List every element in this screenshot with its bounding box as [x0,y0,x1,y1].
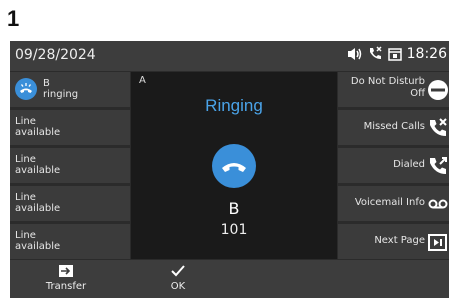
checkmark-icon [138,263,218,279]
line-label: Line [15,116,36,127]
missed-calls-button[interactable]: Missed Calls [338,110,449,145]
call-panel: A Ringing B 101 [131,72,337,259]
missed-call-icon [430,118,447,136]
ok-button[interactable]: OK [138,263,218,292]
line-label: B [43,78,50,89]
softkey-label: Do Not Disturb Off [350,76,425,99]
transfer-icon [26,263,106,279]
ok-label: OK [170,281,186,292]
line-key-2[interactable]: Line available [10,110,130,145]
voicemail-icon [428,199,448,209]
transfer-label: Transfer [45,281,87,292]
ringing-phone-icon [15,78,37,100]
bottom-softkey-bar: Transfer OK [10,260,449,298]
status-icons: 18:26 [347,46,447,62]
dialed-call-icon [430,157,447,174]
incoming-call-icon [212,144,256,188]
transfer-button[interactable]: Transfer [26,263,106,292]
softkey-label: Next Page [374,235,425,246]
line-key-5[interactable]: Line available [10,224,130,259]
line-key-4[interactable]: Line available [10,186,130,221]
line-label: Line [15,230,36,241]
next-page-icon [428,234,447,251]
softkey-label: Dialed [393,159,425,170]
line-status: available [15,241,61,252]
calendar-icon [387,48,402,61]
line-list: B ringing Line available Line available … [10,72,130,259]
softkey-list: Do Not Disturb Off Missed Calls Dialed Vo… [338,72,449,259]
line-status: available [15,203,61,214]
line-key-1[interactable]: B ringing [10,72,130,107]
line-label: Line [15,192,36,203]
status-time: 18:26 [406,46,447,62]
dialed-button[interactable]: Dialed [338,148,449,183]
caller-number: 101 [220,222,248,238]
call-line-tag: A [139,75,146,86]
status-date: 09/28/2024 [15,47,96,63]
caller-name: B [228,199,240,218]
next-page-button[interactable]: Next Page [338,224,449,259]
line-status: available [15,165,61,176]
line-status: ringing [43,89,79,100]
softkey-label: Voicemail Info [354,197,425,208]
line-key-3[interactable]: Line available [10,148,130,183]
line-status: available [15,127,61,138]
missed-call-status-icon [369,46,382,59]
step-number: 1 [7,6,20,31]
do-not-disturb-button[interactable]: Do Not Disturb Off [338,72,449,107]
minus-circle-icon [428,80,448,100]
speaker-icon [347,48,361,60]
status-bar: 09/28/2024 18:26 [10,41,449,71]
line-label: Line [15,154,36,165]
softkey-label: Missed Calls [363,121,425,132]
voicemail-info-button[interactable]: Voicemail Info [338,186,449,221]
phone-screen: 09/28/2024 18:26 B ringing Line availabl… [10,41,449,298]
call-state: Ringing [205,96,263,115]
